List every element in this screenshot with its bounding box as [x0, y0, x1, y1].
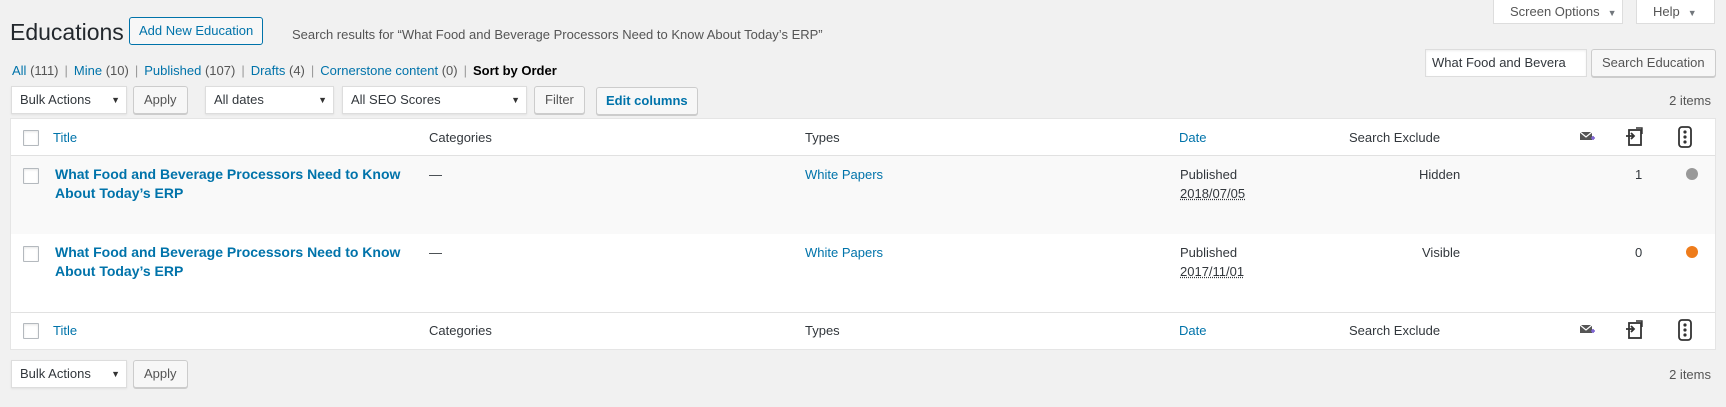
row-search-exclude: Visible: [1422, 245, 1461, 260]
edit-columns-button[interactable]: Edit columns: [596, 87, 698, 115]
page-title: Educations: [10, 19, 124, 45]
table-row: What Food and Beverage Processors Need t…: [11, 234, 1715, 312]
search-input[interactable]: What Food and Bevera: [1425, 49, 1587, 77]
table-header: Title Categories Types Date Search Exclu…: [11, 119, 1715, 156]
linked-posts-icon[interactable]: [1625, 320, 1645, 340]
column-categories: Categories: [429, 323, 492, 338]
row-linked-count: 1: [1635, 167, 1643, 182]
bulk-actions-select-bottom[interactable]: Bulk Actions ▼: [11, 360, 127, 388]
row-linked-count: 0: [1635, 245, 1643, 260]
column-date-sort[interactable]: Date: [1179, 323, 1206, 338]
filter-all-link[interactable]: All (111): [12, 63, 59, 78]
add-new-education-button[interactable]: Add New Education: [129, 17, 264, 45]
help-label: Help: [1653, 4, 1680, 19]
filter-drafts-link[interactable]: Drafts (4): [251, 63, 305, 78]
email-column-icon[interactable]: [1579, 323, 1595, 337]
row-search-exclude: Hidden: [1419, 167, 1461, 182]
column-types: Types: [805, 130, 840, 145]
sort-by-order-link[interactable]: Sort by Order: [473, 63, 557, 78]
status-filter-links: All (111) | Mine (10) | Published (107) | Draf…: [12, 63, 557, 78]
bulk-actions-value: Bulk Actions: [20, 92, 91, 107]
apply-button-bottom[interactable]: Apply: [133, 360, 188, 388]
seo-score-column-icon[interactable]: [1678, 319, 1692, 341]
column-date-sort[interactable]: Date: [1179, 130, 1206, 145]
apply-button[interactable]: Apply: [133, 86, 188, 114]
row-title-link[interactable]: What Food and Beverage Processors Need t…: [55, 165, 400, 203]
items-count-top: 2 items: [1669, 93, 1711, 108]
select-all-checkbox[interactable]: [23, 130, 39, 146]
row-status: Published: [1180, 245, 1238, 260]
dropdown-arrow-icon: ▼: [511, 95, 520, 105]
email-column-icon[interactable]: [1579, 130, 1595, 144]
filter-cornerstone-link[interactable]: Cornerstone content (0): [320, 63, 457, 78]
items-count-bottom: 2 items: [1669, 367, 1711, 382]
search-results-text: Search results for “What Food and Bevera…: [292, 27, 823, 42]
row-date: 2017/11/01: [1180, 264, 1245, 279]
seo-scores-select[interactable]: All SEO Scores ▼: [342, 86, 527, 114]
dropdown-arrow-icon: ▼: [318, 95, 327, 105]
search-education-button[interactable]: Search Education: [1591, 49, 1716, 77]
linked-posts-icon[interactable]: [1625, 127, 1645, 147]
filter-published-link[interactable]: Published (107): [144, 63, 235, 78]
row-checkbox[interactable]: [23, 168, 39, 184]
column-types: Types: [805, 323, 840, 338]
select-all-checkbox-footer[interactable]: [23, 323, 39, 339]
row-categories: —: [429, 245, 442, 260]
caret-down-icon: ▼: [1607, 8, 1617, 18]
filter-button[interactable]: Filter: [534, 86, 585, 114]
row-categories: —: [429, 167, 442, 182]
bulk-actions-value: Bulk Actions: [20, 366, 91, 381]
column-categories: Categories: [429, 130, 492, 145]
seo-scores-value: All SEO Scores: [351, 92, 441, 107]
row-type-link[interactable]: White Papers: [805, 167, 883, 182]
help-tab[interactable]: Help ▼: [1636, 0, 1715, 24]
screen-options-label: Screen Options: [1510, 4, 1600, 19]
seo-score-column-icon[interactable]: [1678, 126, 1692, 148]
row-title-link[interactable]: What Food and Beverage Processors Need t…: [55, 243, 400, 281]
row-type-link[interactable]: White Papers: [805, 245, 883, 260]
caret-down-icon: ▼: [1687, 8, 1697, 18]
dropdown-arrow-icon: ▼: [111, 369, 120, 379]
row-status: Published: [1180, 167, 1238, 182]
table-row: What Food and Beverage Processors Need t…: [11, 156, 1715, 234]
seo-score-dot: [1686, 168, 1698, 180]
column-title-sort[interactable]: Title: [53, 323, 77, 338]
dates-value: All dates: [214, 92, 264, 107]
column-search-exclude: Search Exclude: [1349, 130, 1441, 145]
dates-select[interactable]: All dates ▼: [205, 86, 334, 114]
column-search-exclude: Search Exclude: [1349, 323, 1441, 338]
column-title-sort[interactable]: Title: [53, 130, 77, 145]
dropdown-arrow-icon: ▼: [111, 95, 120, 105]
filter-mine-link[interactable]: Mine (10): [74, 63, 129, 78]
bulk-actions-select[interactable]: Bulk Actions ▼: [11, 86, 127, 114]
row-checkbox[interactable]: [23, 246, 39, 262]
seo-score-dot: [1686, 246, 1698, 258]
screen-options-tab[interactable]: Screen Options ▼: [1493, 0, 1623, 24]
row-date: 2018/07/05: [1180, 186, 1246, 201]
table-footer: Title Categories Types Date Search Exclu…: [11, 312, 1715, 349]
education-list-table: Title Categories Types Date Search Exclu…: [10, 118, 1716, 350]
